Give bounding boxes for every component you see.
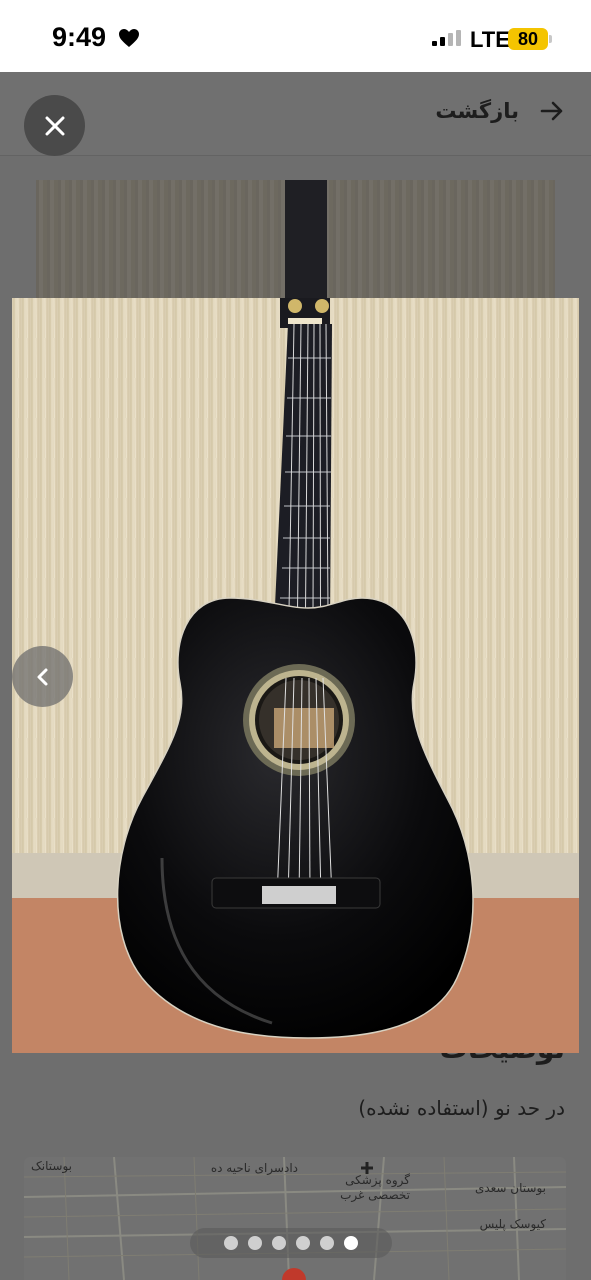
back-button[interactable]: بازگشت — [435, 98, 565, 124]
map-label: گروه پزشکی — [345, 1173, 410, 1187]
pager-dot-active[interactable] — [344, 1236, 358, 1250]
previous-image-button[interactable] — [12, 646, 73, 707]
status-time: 9:49 — [52, 22, 107, 52]
close-icon — [45, 116, 64, 135]
location-map[interactable]: بوستانک دادسرای ناحیه ده گروه پزشکی تخصص… — [24, 1157, 566, 1280]
back-label: بازگشت — [435, 99, 519, 123]
pager-dot[interactable] — [248, 1236, 262, 1250]
network-type: LTE — [470, 27, 510, 52]
map-label: کیوسک پلیس — [479, 1217, 546, 1231]
battery-icon — [549, 35, 552, 43]
map-label: بوستانک — [31, 1159, 72, 1173]
listing-photo-background — [36, 180, 555, 300]
heart-icon — [119, 29, 139, 47]
pager-dot[interactable] — [224, 1236, 238, 1250]
battery-level: 80 — [508, 28, 548, 50]
map-label: دادسرای ناحیه ده — [210, 1161, 298, 1175]
pager-dot[interactable] — [272, 1236, 286, 1250]
gallery-photo[interactable] — [12, 298, 579, 1053]
pager-dot[interactable] — [296, 1236, 310, 1250]
guitar-neck-shadow — [285, 180, 327, 300]
close-button[interactable] — [24, 95, 85, 156]
pager-dot[interactable] — [320, 1236, 334, 1250]
map-label: تخصصی غرب — [340, 1188, 410, 1202]
page-header: بازگشت — [0, 72, 591, 156]
gallery-pager — [190, 1228, 392, 1258]
description-text: در حد نو (استفاده نشده) — [358, 1096, 565, 1120]
signal-icon — [432, 30, 461, 46]
map-label: بوستان سعدی — [474, 1181, 546, 1195]
chevron-left-icon — [37, 668, 47, 685]
arrow-right-icon — [540, 101, 563, 121]
status-bar: 9:49 LTE 80 — [0, 0, 591, 72]
